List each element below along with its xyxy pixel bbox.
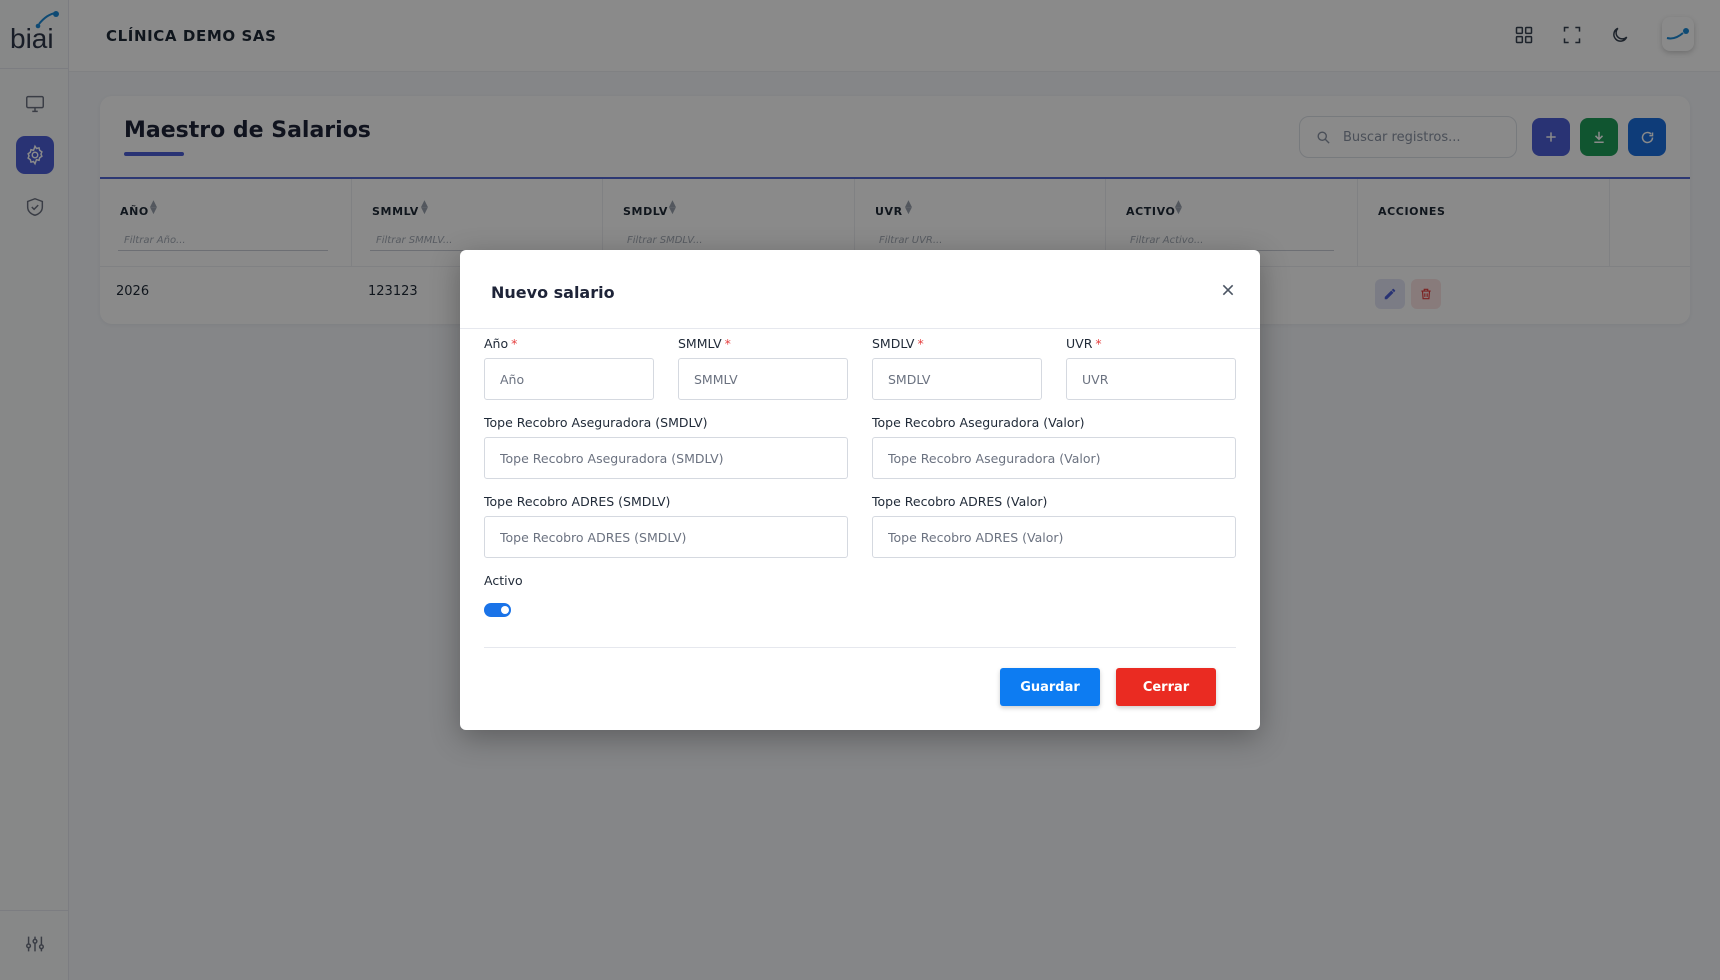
tope-aseguradora-valor-input[interactable]: [872, 437, 1236, 479]
field-tope-adres-valor: Tope Recobro ADRES (Valor): [872, 493, 1236, 558]
uvr-input[interactable]: [1066, 358, 1236, 400]
smdlv-input[interactable]: [872, 358, 1042, 400]
toggle-knob: [501, 606, 509, 614]
modal-close-button[interactable]: [1216, 278, 1240, 302]
field-label: Tope Recobro Aseguradora (SMDLV): [484, 415, 708, 430]
save-button[interactable]: Guardar: [1000, 668, 1100, 706]
field-label: Tope Recobro ADRES (SMDLV): [484, 494, 671, 509]
required-mark: *: [1095, 336, 1102, 351]
modal-header-divider: [460, 328, 1260, 329]
field-ano: Año *: [484, 335, 654, 400]
modal-title: Nuevo salario: [491, 283, 615, 302]
tope-adres-valor-input[interactable]: [872, 516, 1236, 558]
field-label: UVR *: [1066, 336, 1102, 351]
field-uvr: UVR *: [1066, 335, 1236, 400]
modal-footer-divider: [484, 647, 1236, 648]
field-label: Tope Recobro Aseguradora (Valor): [872, 415, 1085, 430]
field-label: Tope Recobro ADRES (Valor): [872, 494, 1048, 509]
field-tope-aseguradora-valor: Tope Recobro Aseguradora (Valor): [872, 414, 1236, 479]
activo-label: Activo: [484, 573, 523, 588]
field-label: Año *: [484, 336, 518, 351]
field-smmlv: SMMLV *: [678, 335, 848, 400]
tope-adres-smdlv-input[interactable]: [484, 516, 848, 558]
close-icon: [1222, 284, 1234, 296]
ano-input[interactable]: [484, 358, 654, 400]
required-mark: *: [511, 336, 518, 351]
activo-toggle[interactable]: [484, 603, 511, 617]
tope-aseguradora-smdlv-input[interactable]: [484, 437, 848, 479]
field-smdlv: SMDLV *: [872, 335, 1042, 400]
field-label: SMMLV *: [678, 336, 731, 351]
smmlv-input[interactable]: [678, 358, 848, 400]
field-tope-aseguradora-smdlv: Tope Recobro Aseguradora (SMDLV): [484, 414, 848, 479]
close-button[interactable]: Cerrar: [1116, 668, 1216, 706]
field-label: SMDLV *: [872, 336, 924, 351]
field-tope-adres-smdlv: Tope Recobro ADRES (SMDLV): [484, 493, 848, 558]
nuevo-salario-modal: Nuevo salario Año* SMMLV* SMDLV* UVR* To…: [460, 250, 1260, 730]
required-mark: *: [724, 336, 731, 351]
required-mark: *: [917, 336, 924, 351]
